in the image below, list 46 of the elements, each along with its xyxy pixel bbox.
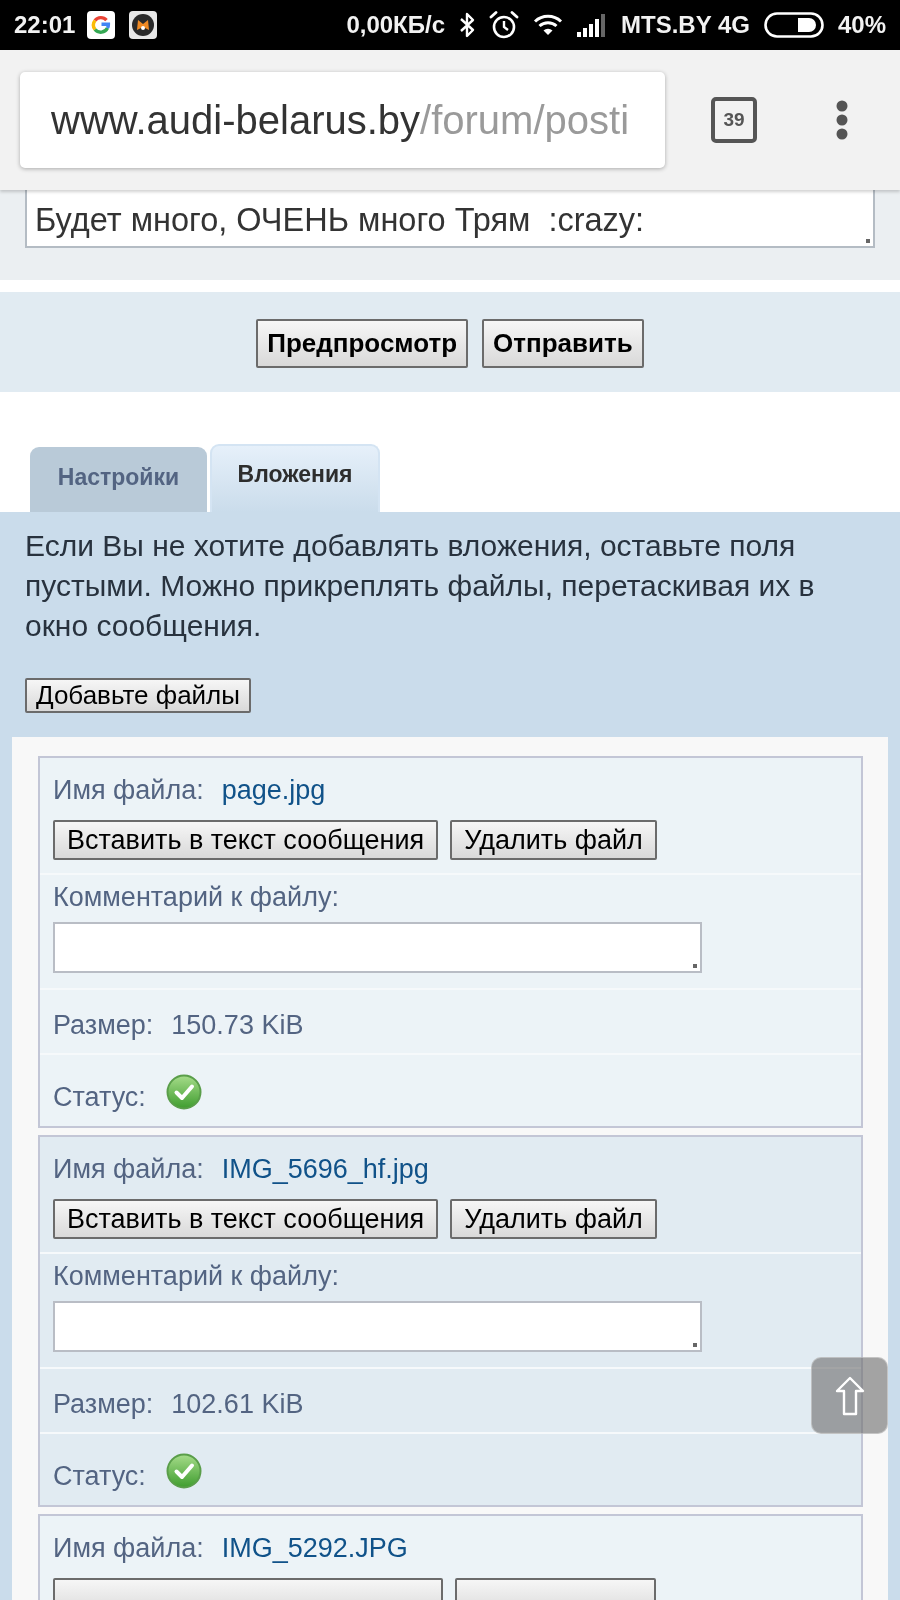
file-name-link[interactable]: IMG_5292.JPG: [221, 1532, 408, 1564]
status-label: Статус:: [53, 1081, 146, 1113]
size-label: Размер:: [53, 1388, 154, 1420]
resize-grip-icon: [693, 964, 697, 968]
up-arrow-icon: [834, 1375, 865, 1416]
alarm-clock-icon: [489, 11, 520, 39]
scroll-top-button[interactable]: [811, 1357, 888, 1434]
status-label: Статус:: [53, 1460, 146, 1492]
file-name-label: Имя файла:: [53, 774, 204, 806]
delete-button[interactable]: Удалить файл: [450, 820, 657, 860]
tab-count-button[interactable]: 39: [711, 97, 757, 143]
bluetooth-icon: [459, 12, 476, 38]
submit-button[interactable]: Отправить: [482, 318, 644, 368]
file-name-label: Имя файла:: [53, 1153, 204, 1185]
message-field[interactable]: Будет много, ОЧЕНЬ много Трям :crazy:: [25, 190, 875, 248]
carrier-name: MTS.BY 4G: [621, 11, 750, 39]
clock-time: 22:01: [14, 11, 76, 39]
hint-text: Если Вы не хотите добавлять вложения, оставьте поля пустыми. Можно прикреплять файлы, перетаскивая их в окно сообщения.: [25, 528, 816, 644]
file-name-link[interactable]: IMG_5696_hf.jpg: [221, 1153, 429, 1185]
url-field[interactable]: www.audi-belarus.by/forum/posti: [20, 72, 665, 168]
insert-button[interactable]: Вставить в текст сообщения: [53, 1199, 439, 1239]
network-speed: 0,00КБ/с: [346, 11, 446, 39]
preview-button[interactable]: Предпросмотр: [256, 318, 469, 368]
delete-button[interactable]: Удалить файл: [450, 1199, 657, 1239]
comment-label: Комментарий к файлу:: [53, 1260, 339, 1292]
app-icon: [129, 11, 158, 39]
file-name-label: Имя файла:: [53, 1532, 204, 1564]
resize-grip-icon: [866, 239, 870, 243]
wifi-icon: [533, 13, 564, 37]
size-value: 102.61 KiB: [171, 1388, 304, 1420]
tab[interactable]: Настройки: [30, 447, 207, 512]
size-value: 150.73 KiB: [171, 1009, 304, 1041]
battery-icon: [763, 12, 824, 38]
size-label: Размер:: [53, 1009, 154, 1041]
tab[interactable]: Вложения: [210, 444, 380, 512]
add-files-button[interactable]: Добавьте файлы: [25, 678, 251, 713]
insert-button[interactable]: Вставить в текст сообщения: [53, 820, 439, 860]
signal-icon: [577, 13, 608, 37]
file-name-link[interactable]: page.jpg: [221, 774, 326, 806]
comment-field[interactable]: [53, 922, 702, 973]
g-logo-icon: [87, 11, 116, 39]
menu-icon: [836, 100, 848, 140]
battery-percent: 40%: [837, 11, 886, 39]
comment-field[interactable]: [53, 1301, 702, 1352]
comment-label: Комментарий к файлу:: [53, 881, 339, 913]
resize-grip-icon: [693, 1343, 697, 1347]
